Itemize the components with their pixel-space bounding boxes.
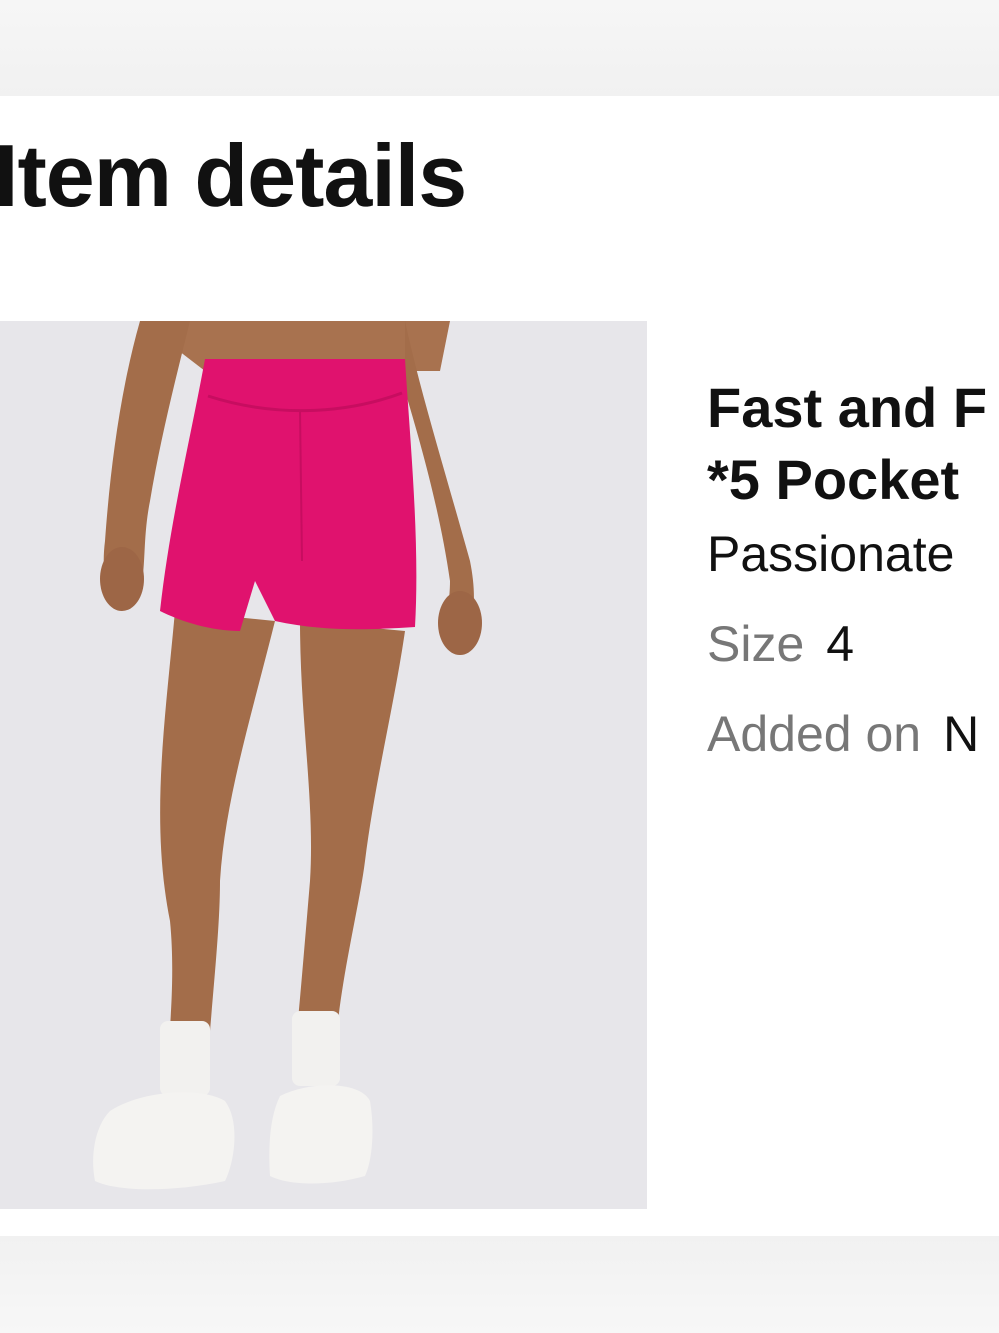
size-row: Size 4 xyxy=(707,619,999,669)
product-name-line-1: Fast and F xyxy=(707,376,988,439)
bottom-margin xyxy=(0,1236,999,1333)
added-on-value: N xyxy=(943,706,980,763)
added-on-row: Added on N xyxy=(707,709,999,759)
added-on-label: Added on xyxy=(707,706,922,763)
size-value: 4 xyxy=(826,616,855,673)
product-name[interactable]: Fast and F *5 Pocket xyxy=(707,372,999,515)
top-margin xyxy=(0,0,999,96)
size-label: Size xyxy=(707,616,805,673)
item-details-card: Item details Fast and F *5 Pocket Passio… xyxy=(0,96,999,1236)
product-color: Passionate xyxy=(707,526,955,583)
product-info: Fast and F *5 Pocket Passionate Size 4 Ad… xyxy=(707,372,999,759)
product-image[interactable] xyxy=(0,321,647,1209)
product-name-line-2: *5 Pocket xyxy=(707,447,960,511)
page-title: Item details xyxy=(0,126,467,225)
